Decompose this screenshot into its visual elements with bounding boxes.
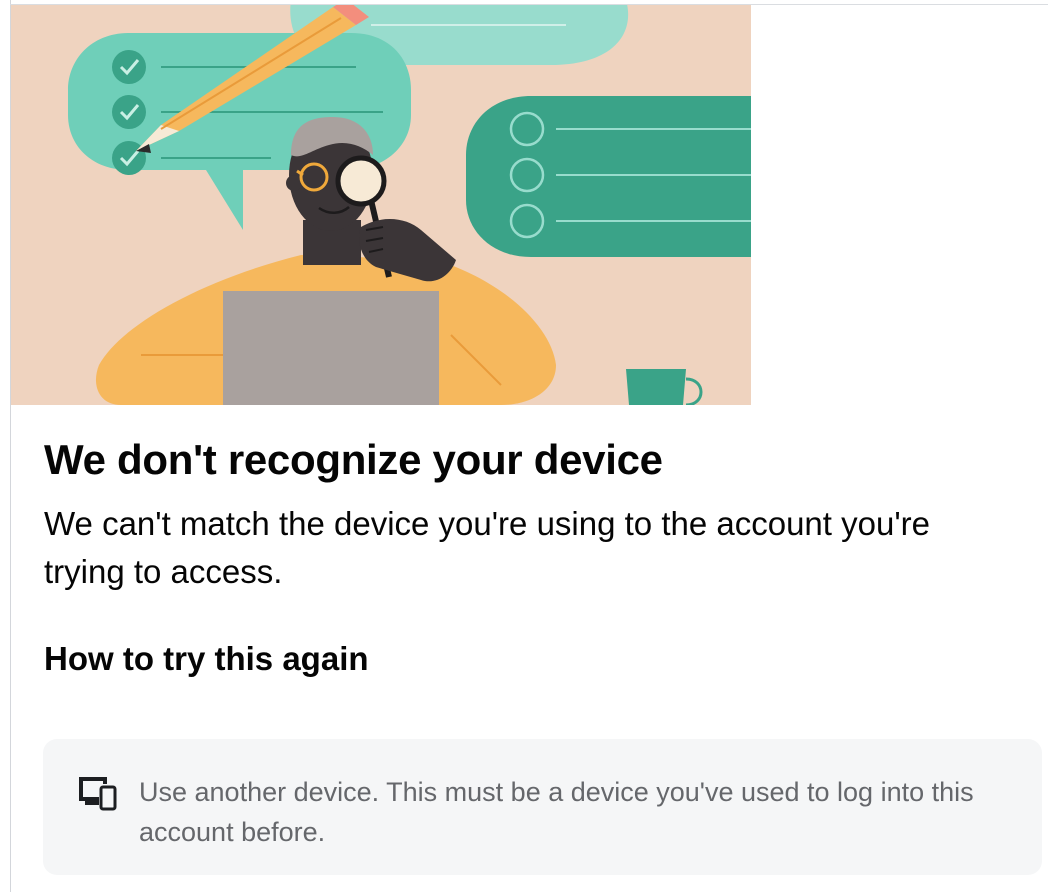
- options-speech-bubble: [466, 96, 751, 257]
- devices-icon: [75, 775, 119, 811]
- page-title: We don't recognize your device: [44, 436, 663, 483]
- option-card-use-another-device: Use another device. This must be a devic…: [43, 739, 1042, 875]
- section-heading: How to try this again: [44, 640, 369, 677]
- page-subtitle: We can't match the device you're using t…: [44, 505, 930, 590]
- option-text: Use another device. This must be a devic…: [139, 777, 974, 847]
- hero-illustration: [11, 5, 751, 405]
